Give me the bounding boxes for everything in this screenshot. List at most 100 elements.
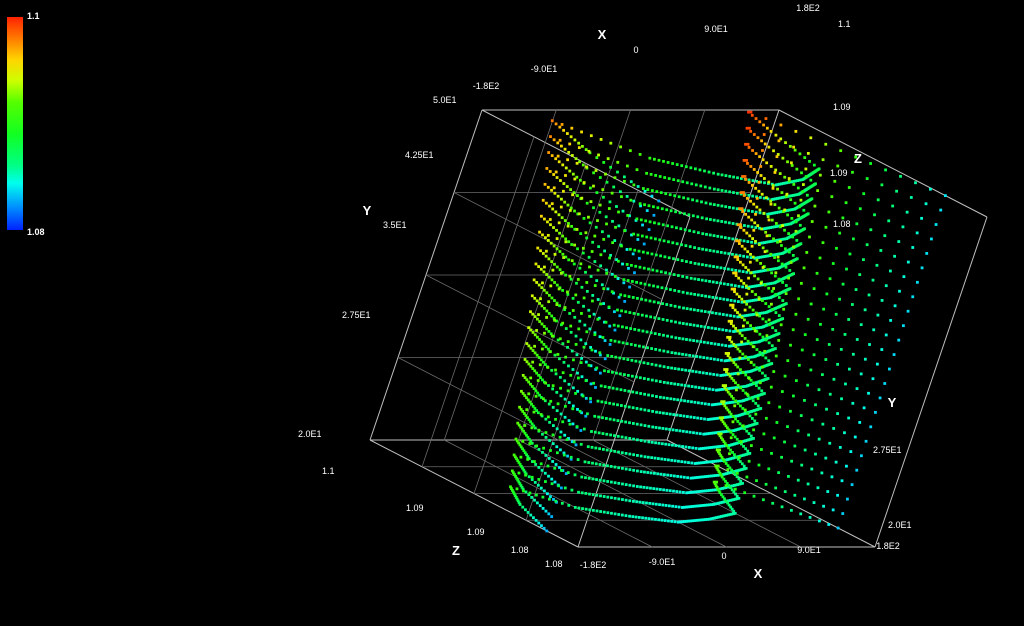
data-point <box>745 255 749 259</box>
data-point <box>757 180 761 184</box>
data-point <box>746 240 750 243</box>
data-point <box>577 212 581 216</box>
data-point <box>669 474 673 477</box>
data-point <box>581 507 584 510</box>
data-point <box>761 317 765 321</box>
data-point <box>806 212 810 216</box>
data-point <box>708 233 712 237</box>
data-point <box>584 396 588 400</box>
data-point <box>637 256 641 260</box>
data-point <box>724 220 727 224</box>
data-point <box>620 404 623 407</box>
data-point <box>763 374 767 378</box>
data-point <box>736 255 739 259</box>
data-point <box>647 517 651 520</box>
data-point <box>564 273 568 277</box>
data-point <box>669 397 673 401</box>
data-point <box>658 426 661 430</box>
data-point <box>533 296 537 300</box>
data-point <box>534 394 538 398</box>
data-point <box>816 486 820 490</box>
data-point <box>752 428 755 432</box>
data-point <box>608 401 612 405</box>
data-point <box>657 317 661 321</box>
data-point <box>625 195 629 198</box>
data-point <box>771 184 775 187</box>
z-tick-label-left: 1.1 <box>322 466 335 476</box>
data-point <box>749 129 753 133</box>
chart-3d[interactable]: -1.8E2-9.0E109.0E11.8E2-1.8E2 -9.0E109.0E… <box>0 0 1024 626</box>
data-point <box>657 518 661 522</box>
data-point <box>742 254 746 258</box>
data-point <box>553 191 557 195</box>
data-point <box>569 277 573 281</box>
data-point <box>681 290 685 294</box>
data-point <box>586 445 590 449</box>
data-point <box>602 237 606 241</box>
data-point <box>733 487 737 491</box>
data-point <box>654 379 658 383</box>
data-point <box>550 278 554 282</box>
data-point <box>707 310 711 314</box>
data-point <box>632 453 636 457</box>
data-point <box>741 175 744 178</box>
data-point <box>635 438 639 442</box>
data-point <box>527 475 531 479</box>
data-point <box>561 163 565 167</box>
data-point <box>723 236 727 240</box>
data-point <box>622 175 626 179</box>
data-point <box>753 419 757 423</box>
data-point <box>668 489 672 493</box>
data-point <box>731 237 735 241</box>
data-point <box>764 302 768 305</box>
data-point <box>554 170 558 174</box>
data-point <box>670 458 674 462</box>
data-point <box>630 374 634 378</box>
data-point <box>716 234 720 238</box>
data-point <box>563 147 567 151</box>
data-point <box>529 328 533 332</box>
data-point <box>777 206 781 210</box>
data-point <box>627 266 630 270</box>
data-point <box>647 204 651 208</box>
data-point <box>708 387 711 391</box>
data-point <box>638 500 642 504</box>
data-point <box>699 417 703 420</box>
data-point <box>747 276 750 280</box>
data-point <box>743 337 747 340</box>
data-point <box>570 349 574 353</box>
data-point <box>767 467 771 471</box>
data-point <box>587 308 591 312</box>
data-point <box>690 182 694 186</box>
data-point <box>828 277 832 281</box>
data-point <box>543 331 546 335</box>
data-point <box>804 167 808 171</box>
data-point <box>704 387 708 391</box>
data-point <box>740 244 744 248</box>
data-point <box>522 489 525 493</box>
data-point <box>743 308 747 312</box>
z-tick-label-right: 1.09 <box>830 168 848 178</box>
data-point <box>539 297 542 301</box>
data-point <box>777 314 781 317</box>
data-point <box>566 389 570 393</box>
data-point <box>743 175 747 178</box>
data-point <box>841 512 845 515</box>
data-point <box>699 340 703 344</box>
data-point <box>541 495 545 499</box>
data-point <box>555 283 559 287</box>
data-point <box>526 457 530 461</box>
data-point <box>793 201 797 205</box>
data-point <box>744 373 748 377</box>
data-point <box>540 304 544 308</box>
data-point <box>685 338 688 341</box>
data-point <box>704 201 708 205</box>
data-point <box>574 334 578 338</box>
data-point <box>880 348 884 351</box>
data-point <box>692 323 696 327</box>
data-point <box>703 417 706 421</box>
data-point <box>909 196 913 199</box>
data-point <box>747 178 751 182</box>
data-point <box>618 356 622 360</box>
data-point <box>662 488 666 492</box>
